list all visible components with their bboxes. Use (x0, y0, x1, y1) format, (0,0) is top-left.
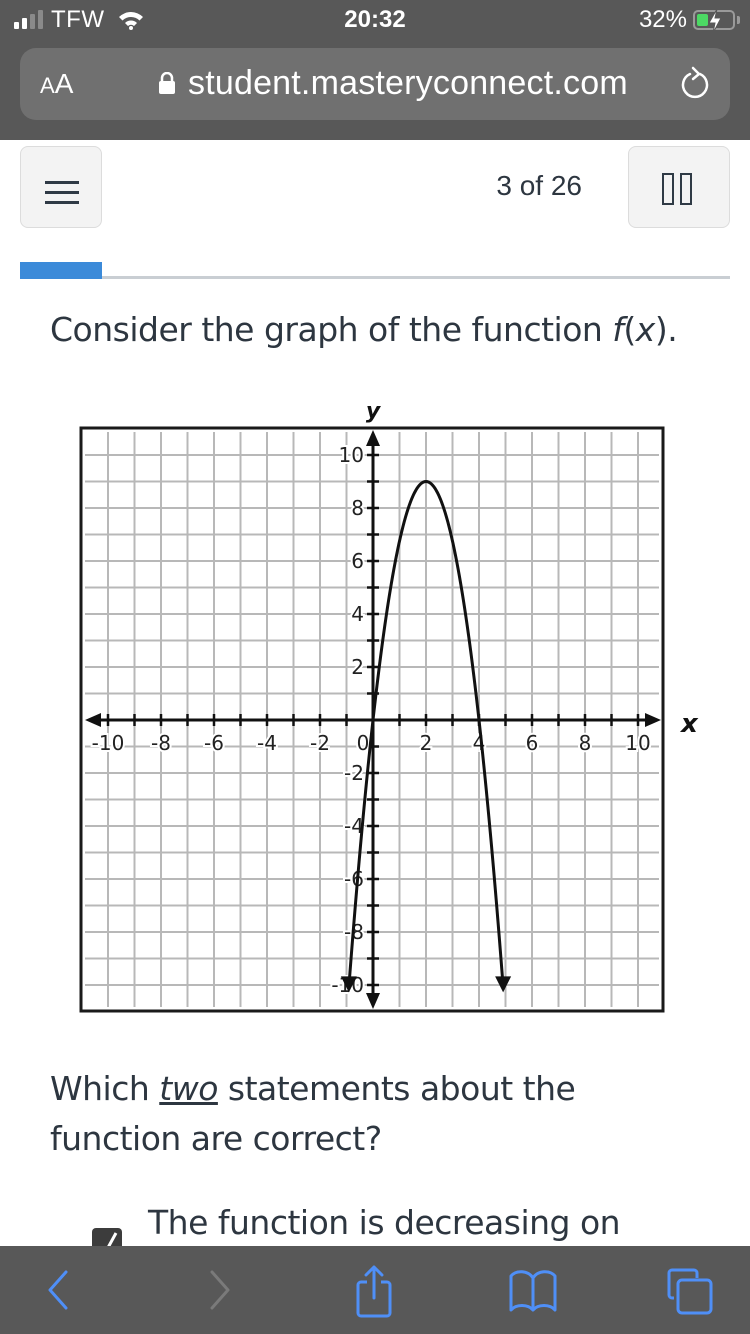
reload-icon[interactable] (678, 66, 712, 102)
y-tick-label: 6 (351, 549, 364, 573)
y-tick-label: -6 (344, 867, 364, 891)
text-size-button[interactable]: AA (40, 68, 73, 100)
lock-icon (159, 72, 175, 94)
bookmarks-icon[interactable] (508, 1268, 558, 1312)
y-tick-label: 8 (351, 496, 364, 520)
charging-bolt-icon (708, 9, 722, 33)
forward-icon[interactable] (204, 1268, 234, 1312)
pause-button[interactable] (628, 146, 730, 228)
back-icon[interactable] (44, 1268, 74, 1312)
share-icon[interactable] (354, 1264, 394, 1318)
x-tick-label: -4 (257, 731, 277, 755)
x-tick-label: -6 (204, 731, 224, 755)
y-tick-label: -2 (344, 761, 364, 785)
question-prompt: Which two statements about the function … (50, 1069, 576, 1158)
answer-option-text[interactable]: The function is decreasing on (148, 1203, 621, 1242)
browser-top-bar: TFW 20:32 32% AA student.masteryconnect.… (0, 0, 750, 140)
battery-percent: 32% (638, 6, 687, 33)
x-tick-label: -2 (310, 731, 330, 755)
clock: 20:32 (344, 6, 406, 33)
menu-button[interactable] (20, 146, 102, 228)
x-tick-label: -10 (92, 731, 125, 755)
x-axis-label: x (679, 709, 699, 739)
x-tick-label: 6 (526, 731, 539, 755)
browser-bottom-toolbar (0, 1246, 750, 1334)
status-bar: TFW 20:32 32% (0, 0, 750, 40)
url-text[interactable]: student.masteryconnect.com (188, 64, 628, 103)
y-tick-label: 4 (351, 602, 364, 626)
x-tick-label: 8 (579, 731, 592, 755)
x-tick-label: 0 (357, 731, 370, 755)
battery-nub (737, 16, 740, 24)
tabs-icon[interactable] (666, 1268, 714, 1316)
progress-fill (20, 262, 102, 279)
battery-icon (693, 9, 735, 33)
hamburger-menu-icon (45, 181, 79, 211)
y-tick-label: 10 (339, 443, 364, 467)
y-tick-label: 2 (351, 655, 364, 679)
question-counter: 3 of 26 (496, 170, 582, 201)
question-intro: Consider the graph of the function f(x). (50, 310, 678, 349)
x-tick-label: -8 (151, 731, 171, 755)
pause-icon (662, 173, 692, 205)
x-tick-label: 2 (420, 731, 433, 755)
progress-track (20, 276, 730, 279)
x-tick-label: 10 (625, 731, 650, 755)
address-bar[interactable]: AA student.masteryconnect.com (20, 48, 730, 120)
y-axis-label: y (366, 399, 382, 424)
